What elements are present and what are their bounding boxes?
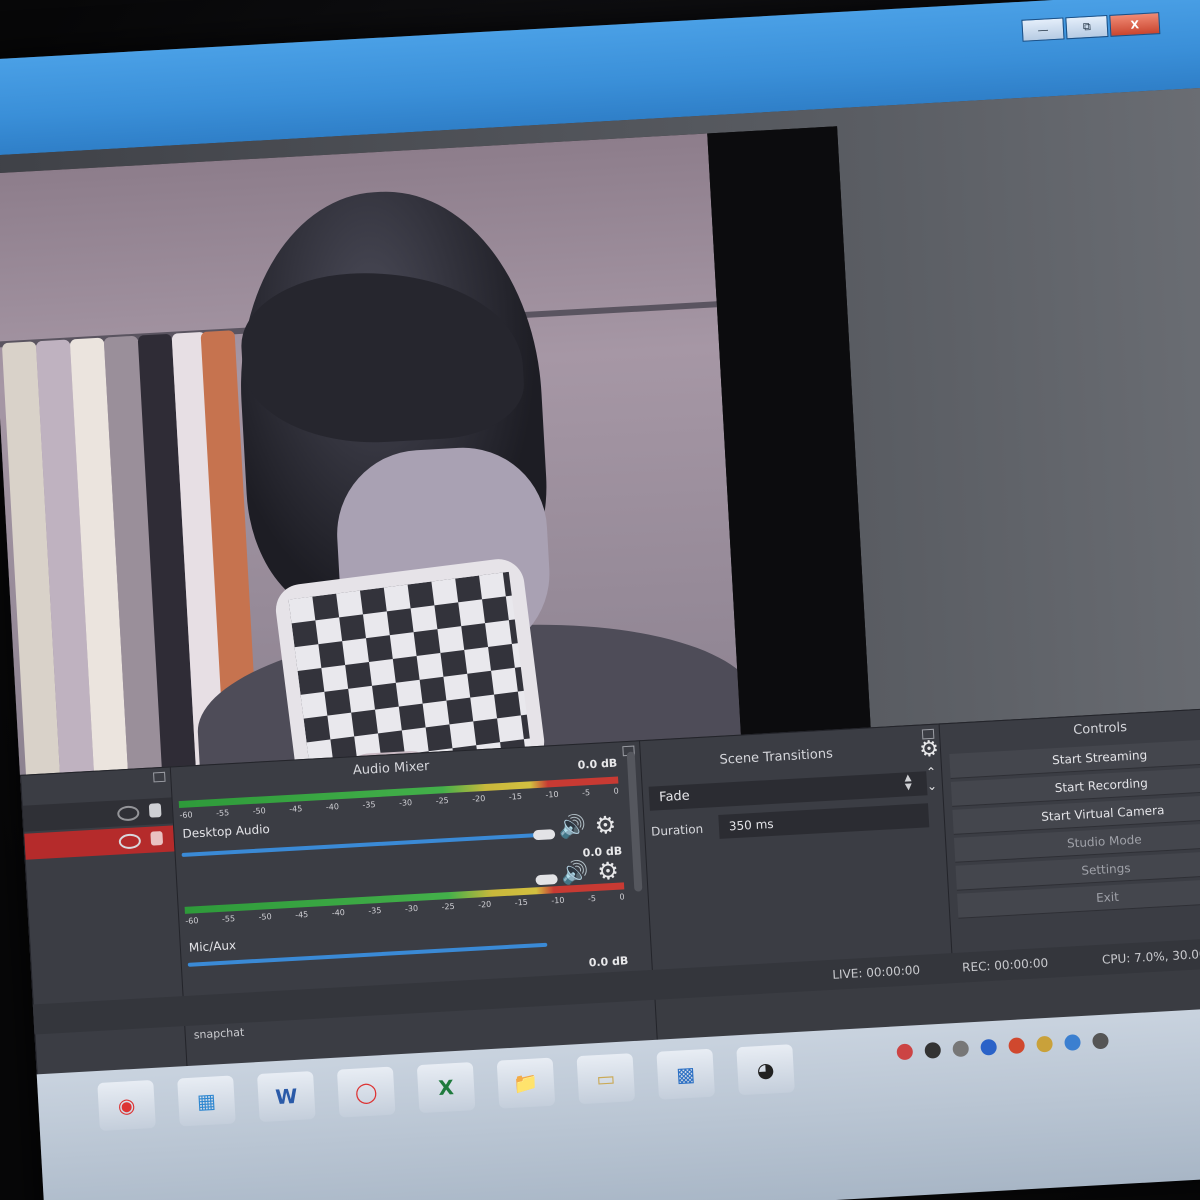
scale-tick: -45	[294, 910, 309, 920]
tray-icon[interactable]	[952, 1040, 970, 1058]
scale-tick: -25	[441, 901, 455, 912]
bluetooth-icon[interactable]	[980, 1038, 998, 1056]
tray-icon[interactable]	[1036, 1035, 1054, 1053]
scale-tick: -50	[252, 806, 266, 816]
scale-tick: -40	[325, 802, 340, 812]
scale-tick: -5	[587, 893, 597, 904]
live-status: LIVE: 00:00:00	[832, 962, 921, 982]
scale-tick: -55	[215, 808, 230, 818]
gear-icon[interactable]: ⚙	[594, 811, 617, 840]
word-letter: W	[274, 1083, 299, 1110]
cpu-status: CPU: 7.0%, 30.00 fps	[1101, 946, 1200, 967]
volume-slider-knob[interactable]	[535, 874, 558, 886]
opera-icon[interactable]: ◯	[336, 1066, 396, 1118]
preview-area	[0, 85, 1200, 783]
folder-icon[interactable]: 📁	[496, 1057, 556, 1109]
system-tray	[886, 1012, 1200, 1073]
tray-icon[interactable]	[924, 1041, 942, 1059]
channel-name: Mic/Aux	[188, 938, 237, 955]
duration-field[interactable]: 350 ms	[718, 803, 930, 839]
speaker-icon[interactable]: 🔊	[558, 814, 587, 840]
scale-tick: -40	[331, 907, 346, 918]
screen-icon[interactable]: ▩	[656, 1048, 716, 1100]
photo-stage: — ⧉ X Audio Mixer 0.0 dB Desktop Audio -…	[0, 0, 1200, 1200]
scale-tick: -20	[472, 793, 486, 804]
lock-icon[interactable]	[150, 831, 164, 846]
scale-tick: -25	[435, 795, 449, 806]
network-icon[interactable]	[1064, 1034, 1081, 1051]
channel-name: snapchat	[193, 1025, 245, 1042]
volume-icon[interactable]	[1092, 1032, 1109, 1050]
obs-icon[interactable]: ◕	[736, 1044, 795, 1096]
scene-transitions-title: Scene Transitions	[719, 746, 834, 768]
chevron-up-down-icon[interactable]: ⌃ ⌄	[926, 765, 938, 794]
gear-icon[interactable]: ⚙	[919, 737, 940, 763]
scale-tick: -35	[368, 905, 382, 916]
scale-tick: 0	[619, 892, 625, 902]
scale-tick: -45	[289, 804, 303, 814]
scale-tick: -20	[477, 899, 492, 910]
scale-tick: -15	[514, 897, 529, 908]
excel-letter: X	[437, 1075, 455, 1100]
volume-slider-knob[interactable]	[532, 829, 556, 841]
scale-tick: -30	[404, 903, 419, 914]
excel-icon[interactable]: X	[416, 1062, 476, 1114]
chrome-icon[interactable]: ◉	[97, 1079, 156, 1131]
scale-tick: -60	[185, 916, 199, 926]
obs-window: — ⧉ X Audio Mixer 0.0 dB Desktop Audio -…	[0, 0, 1200, 1200]
close-button[interactable]: X	[1109, 12, 1161, 37]
select-spinner-icon[interactable]: ▲ ▼	[904, 773, 912, 792]
scale-tick: 0	[613, 786, 619, 796]
speaker-icon[interactable]: 🔊	[561, 860, 590, 886]
tray-icon[interactable]	[896, 1043, 914, 1061]
scale-tick: -5	[581, 788, 591, 798]
minimize-icon[interactable]: —	[1021, 17, 1065, 42]
scale-tick: -35	[362, 800, 376, 810]
visibility-eye-icon[interactable]	[116, 805, 140, 822]
dock-icon[interactable]	[153, 771, 166, 783]
channel-name: Desktop Audio	[182, 822, 271, 841]
scene-transitions-panel: Scene Transitions Fade ▲ ▼ ⚙ ⌃ ⌄ Duration …	[639, 723, 954, 972]
rec-status: REC: 00:00:00	[961, 955, 1049, 975]
program-preview[interactable]	[0, 126, 872, 783]
tray-icon[interactable]	[1008, 1037, 1026, 1055]
scale-tick: -15	[508, 791, 523, 802]
source-row-selected[interactable]	[24, 825, 176, 860]
scale-tick: -10	[551, 895, 565, 906]
file-icon[interactable]: ▭	[576, 1053, 636, 1105]
scale-tick: -10	[545, 789, 559, 800]
close-icon: X	[1130, 17, 1140, 32]
visibility-eye-icon[interactable]	[118, 833, 142, 850]
scale-tick: -30	[398, 798, 413, 808]
scale-tick: -60	[179, 810, 193, 821]
lock-icon[interactable]	[148, 803, 162, 818]
channel-db: 0.0 dB	[588, 954, 629, 970]
scale-tick: -55	[221, 914, 236, 924]
duration-label: Duration	[650, 821, 704, 839]
window-controls: — ⧉ X	[1021, 12, 1161, 42]
gear-icon[interactable]: ⚙	[596, 857, 619, 886]
word-icon[interactable]: W	[257, 1070, 316, 1123]
scale-tick: -50	[258, 912, 272, 922]
volume-slider[interactable]	[187, 942, 548, 967]
top-db-readout: 0.0 dB	[577, 756, 618, 772]
windows-icon[interactable]: ▦	[177, 1075, 236, 1127]
webcam-feed	[0, 133, 742, 783]
controls-panel: Controls Start Streaming Start Recording…	[938, 704, 1200, 956]
maximize-icon[interactable]: ⧉	[1065, 15, 1109, 40]
